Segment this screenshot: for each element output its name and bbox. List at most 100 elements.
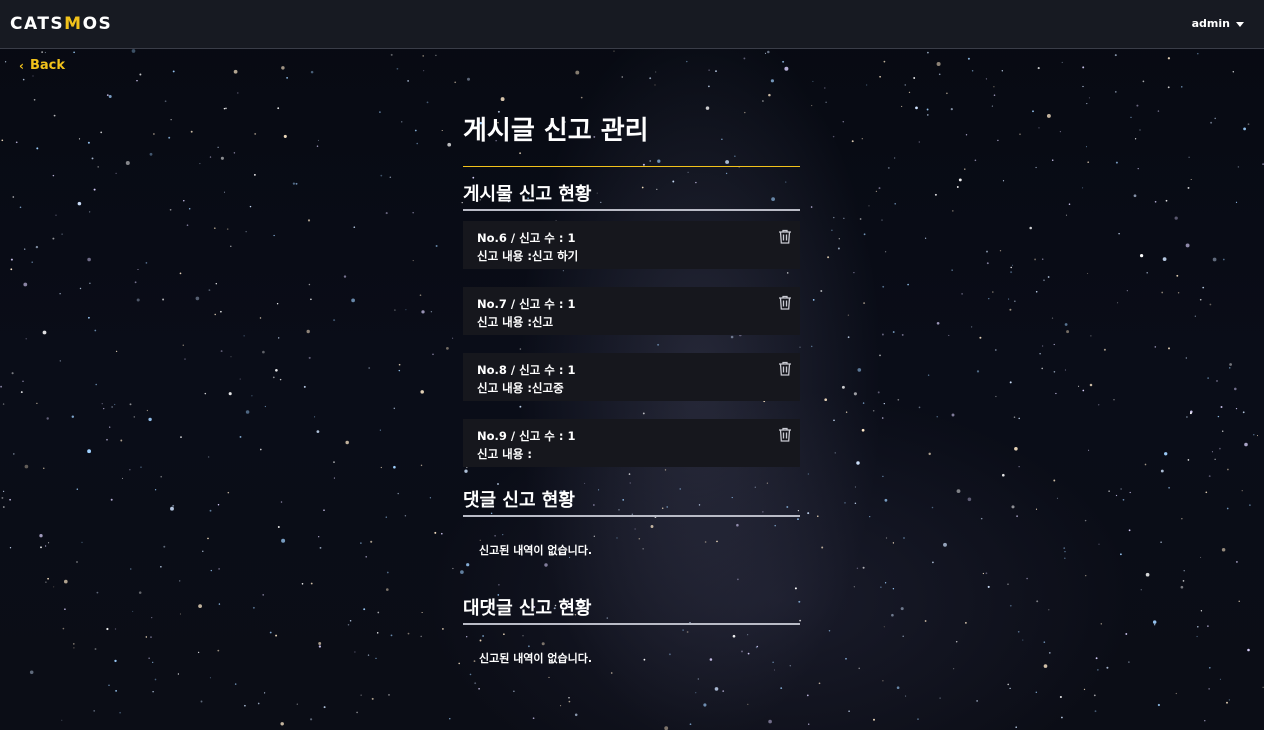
star	[891, 613, 894, 617]
star	[1126, 290, 1128, 292]
star	[961, 293, 963, 295]
star	[220, 310, 222, 313]
star	[574, 713, 578, 717]
star	[1043, 664, 1048, 668]
star	[774, 669, 775, 671]
star	[89, 211, 91, 213]
star	[121, 477, 124, 479]
trash-icon[interactable]	[778, 229, 792, 244]
star	[179, 613, 181, 615]
trash-icon[interactable]	[778, 295, 792, 310]
star	[316, 145, 319, 147]
star	[245, 410, 250, 414]
star	[46, 417, 49, 420]
star	[1210, 121, 1213, 124]
star	[280, 501, 283, 503]
star	[705, 106, 710, 110]
star	[1167, 86, 1170, 89]
star	[220, 350, 223, 353]
star	[10, 268, 13, 271]
star	[568, 697, 570, 699]
star	[1106, 666, 1109, 669]
trash-icon[interactable]	[778, 361, 792, 376]
star	[1189, 412, 1192, 415]
star	[318, 645, 322, 648]
star	[1200, 556, 1202, 558]
star	[138, 591, 142, 594]
star	[1066, 330, 1070, 334]
star	[55, 214, 57, 216]
star	[1214, 117, 1216, 120]
user-menu-dropdown[interactable]: admin	[1192, 14, 1244, 34]
star	[879, 75, 881, 78]
star	[230, 245, 232, 248]
star	[1241, 490, 1243, 492]
logo-text-accent: M	[64, 14, 83, 34]
star	[115, 172, 117, 175]
star	[1014, 300, 1016, 302]
star	[281, 538, 286, 543]
star	[856, 567, 859, 569]
star	[924, 620, 927, 622]
star	[686, 60, 688, 63]
star	[245, 231, 247, 233]
star	[170, 506, 174, 511]
star	[956, 186, 959, 188]
report-number-count: No.8 / 신고 수 : 1	[477, 363, 576, 377]
star	[1164, 452, 1168, 456]
star	[24, 248, 26, 250]
star	[1018, 466, 1020, 468]
star	[560, 705, 562, 707]
star	[970, 326, 973, 328]
star	[1088, 449, 1090, 451]
star	[532, 717, 535, 720]
star	[1209, 303, 1212, 306]
star	[997, 139, 999, 142]
star	[1037, 67, 1040, 70]
star	[1078, 385, 1080, 387]
star	[948, 334, 950, 336]
star	[1060, 716, 1063, 719]
star	[182, 344, 184, 346]
star	[93, 188, 96, 191]
star	[768, 719, 772, 724]
star	[1048, 609, 1050, 611]
star	[109, 426, 111, 428]
star	[1182, 580, 1185, 582]
star	[39, 534, 43, 538]
star	[1238, 600, 1240, 602]
star	[1085, 575, 1087, 577]
reply-reports-empty-message: 신고된 내역이 없습니다.	[479, 652, 593, 665]
star	[1243, 127, 1246, 131]
star	[878, 187, 881, 190]
star	[1229, 363, 1232, 366]
star	[767, 50, 770, 54]
star	[1128, 529, 1131, 532]
star	[880, 586, 882, 589]
star	[1190, 178, 1192, 181]
star	[1139, 129, 1141, 131]
star	[1009, 381, 1012, 384]
star	[887, 166, 890, 169]
star	[96, 591, 99, 594]
star	[1001, 70, 1003, 72]
star	[845, 657, 847, 660]
star	[1207, 377, 1209, 379]
catsmos-logo[interactable]: CATSMOS	[10, 14, 112, 34]
star	[1229, 367, 1231, 369]
star	[1154, 200, 1157, 203]
star	[1061, 61, 1063, 63]
star	[474, 682, 477, 685]
back-link[interactable]: ‹ Back	[19, 58, 65, 74]
star	[220, 156, 224, 160]
trash-icon[interactable]	[778, 427, 792, 442]
star	[186, 224, 189, 226]
star	[163, 545, 166, 548]
star	[1095, 657, 1098, 660]
star	[283, 134, 287, 138]
star	[884, 498, 888, 502]
star	[59, 360, 61, 362]
post-reports-section: 게시물 신고 현황 No.6 / 신고 수 : 1 신고 내용 :신고 하기 N…	[463, 183, 800, 467]
star	[347, 623, 350, 626]
star	[927, 374, 930, 376]
